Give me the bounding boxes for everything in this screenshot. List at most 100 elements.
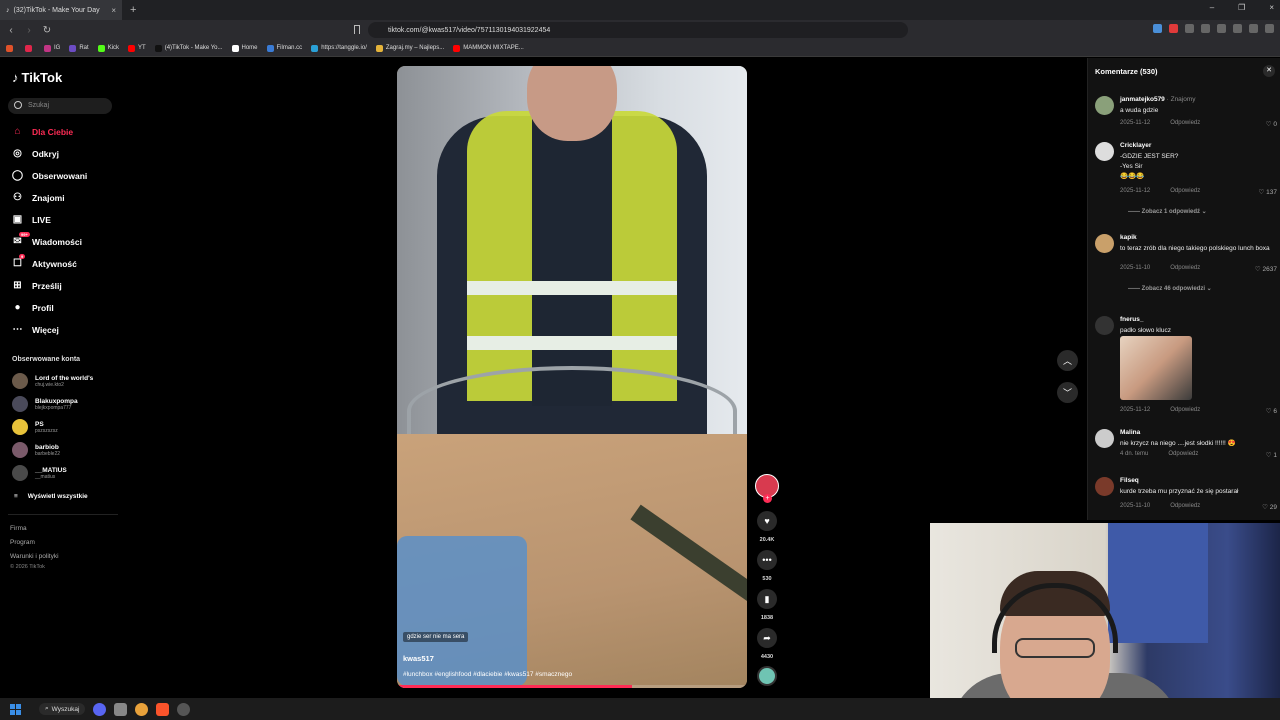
start-button[interactable] [10,703,21,715]
url-input[interactable]: tiktok.com/@kwas517/video/75711301940319… [368,22,908,38]
audio-icon[interactable] [1153,24,1162,33]
video-hashtags[interactable]: #lunchbox #englishfood #dlaciebie #kwas5… [403,671,572,678]
nav-item-upload[interactable]: ⊞ Prześlij [11,279,61,292]
share-button[interactable]: ➦ [757,628,777,648]
forward-icon[interactable]: › [22,25,36,36]
bookmark-item[interactable]: Home [231,44,258,52]
reply-button[interactable]: Odpowiedz [1170,503,1200,509]
reply-button[interactable]: Odpowiedz [1168,451,1198,457]
avatar[interactable] [1095,477,1114,496]
puzzle-icon[interactable] [1201,24,1210,33]
close-comments-button[interactable]: ✕ [1263,65,1275,77]
discord-icon[interactable] [93,702,107,716]
nav-item-more[interactable]: ⋯ Więcej [11,323,59,336]
file-explorer-icon[interactable] [114,702,128,716]
chrome-icon[interactable] [135,702,149,716]
bookmark-item[interactable]: Zagraj.my – Najleps... [375,44,444,52]
reply-button[interactable]: Odpowiedz [1170,188,1200,194]
bookmark-item[interactable]: Rat [69,44,89,52]
bookmark-item[interactable]: Filman.cc [266,44,302,52]
wallet-icon[interactable] [1249,24,1258,33]
followed-account[interactable]: PS pszszszsz [12,419,58,435]
video-player[interactable]: gdzie ser nie ma sera kwas517 #lunchbox … [397,66,747,688]
previous-video-button[interactable]: ︿ [1057,350,1078,371]
save-button[interactable]: ▮ [757,589,777,609]
reply-button[interactable]: Odpowiedz [1170,407,1200,413]
new-tab-button[interactable]: + [130,4,136,16]
followed-account[interactable]: Blakuxpompa blejkxpompa777 [12,396,78,412]
tab-close-icon[interactable]: × [111,6,116,15]
view-replies-button[interactable]: —— Zobacz 1 odpowiedź ⌄ [1128,208,1207,215]
nav-item-message[interactable]: ✉ 99+ Wiadomości [11,232,82,248]
nav-item-live[interactable]: ▣ LIVE [11,213,51,226]
comment-like-button[interactable]: ♡ 137 [1259,188,1278,196]
followed-account[interactable]: Lord of the world's chuj.wie.kto2 [12,373,93,389]
extension-icon[interactable] [1185,24,1194,33]
bookmark-item[interactable]: https://tanggle.io/ [311,44,367,52]
bookmark-item[interactable]: IG [44,44,60,52]
search-input[interactable]: Szukaj [8,98,112,114]
comment-user[interactable]: Malina [1120,429,1140,436]
nav-item-home[interactable]: ⌂ Dla Ciebie [11,125,73,138]
tiktok-logo[interactable]: ♪ TikTok [12,70,62,85]
avatar[interactable] [1095,234,1114,253]
menu-icon[interactable] [1265,24,1274,33]
bookmark-item[interactable] [6,44,16,52]
nav-item-compass[interactable]: ◎ Odkryj [11,147,59,160]
follow-plus-icon[interactable]: + [763,494,772,503]
show-all-button[interactable]: ≡ Wyświetl wszystkie [14,493,88,500]
obs-icon[interactable] [177,702,191,716]
avatar[interactable] [1095,142,1114,161]
nav-item-following[interactable]: ◯ Obserwowani [11,169,87,182]
followed-account[interactable]: __MATIUS __matius [12,465,67,481]
footer-link-company[interactable]: Firma [10,525,27,532]
video-progress-bar[interactable] [397,685,747,688]
comment-image[interactable] [1120,336,1192,400]
bookmark-item[interactable]: Kick [97,44,119,52]
comment-like-button[interactable]: ♡ 2637 [1255,265,1277,273]
bookmark-page-icon[interactable] [354,25,360,34]
music-icon[interactable] [1233,24,1242,33]
avatar[interactable] [1095,96,1114,115]
comment-user[interactable]: fnerus_ [1120,316,1143,323]
comment-like-button[interactable]: ♡ 1 [1266,451,1277,459]
music-disc-icon[interactable] [757,666,777,686]
brave-icon[interactable] [156,702,170,716]
comment-user[interactable]: Filseq [1120,477,1139,484]
browser-extensions [1153,24,1274,33]
comment-like-button[interactable]: ♡ 6 [1266,407,1277,415]
maximize-button[interactable]: ❐ [1238,3,1245,12]
bookmark-item[interactable]: (4)TikTok - Make Yo... [154,44,223,52]
minimize-button[interactable]: – [1210,3,1214,12]
nav-item-profile[interactable]: ● Profil [11,301,53,314]
view-replies-button[interactable]: —— Zobacz 46 odpowiedzi ⌄ [1128,285,1212,292]
bookmark-item[interactable]: MAMMON MIXTAPE... [453,44,524,52]
back-icon[interactable]: ‹ [4,25,18,36]
video-author[interactable]: kwas517 [403,654,434,663]
window-close-button[interactable]: × [1269,3,1274,12]
reply-button[interactable]: Odpowiedz [1170,120,1200,126]
bookmark-item[interactable] [25,44,35,52]
footer-link-terms[interactable]: Warunki i polityki [10,553,59,560]
next-video-button[interactable]: ﹀ [1057,382,1078,403]
reply-button[interactable]: Odpowiedz [1170,265,1200,271]
reload-icon[interactable]: ↻ [40,25,54,36]
nav-item-friends[interactable]: ⚇ Znajomi [11,191,65,204]
comment-user[interactable]: Cricklayer [1120,142,1151,149]
browser-tab[interactable]: ♪ (32)TikTok - Make Your Day × [0,0,122,20]
footer-link-program[interactable]: Program [10,539,35,546]
avatar[interactable] [1095,429,1114,448]
like-button[interactable]: ♥ [757,511,777,531]
comment-like-button[interactable]: ♡ 29 [1262,503,1277,511]
taskbar-search[interactable]: ⌕ Wyszukaj [39,703,86,715]
sidebar-icon[interactable] [1217,24,1226,33]
comment-like-button[interactable]: ♡ 0 [1266,120,1277,128]
avatar[interactable] [1095,316,1114,335]
comment-user[interactable]: janmatejko579 · Znajomy [1120,96,1196,103]
nav-item-activity[interactable]: ☐ 9 Aktywność [11,254,77,270]
bookmark-item[interactable]: YT [128,44,146,52]
record-icon[interactable] [1169,24,1178,33]
followed-account[interactable]: barbiob barbeble22 [12,442,60,458]
comment-button[interactable]: ••• [757,550,777,570]
comment-user[interactable]: kapik [1120,234,1137,241]
